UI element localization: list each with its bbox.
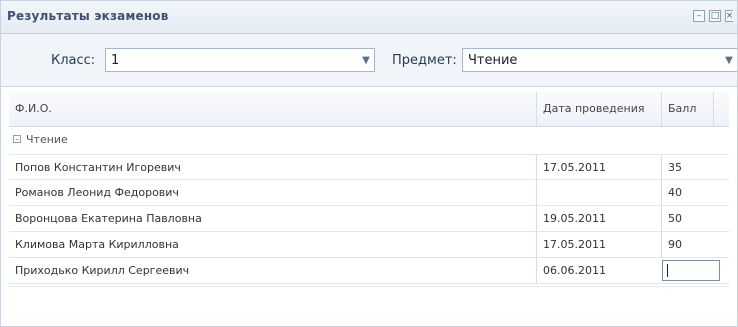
- window-titlebar: Результаты экзаменов – □ ×: [1, 1, 737, 34]
- cell-date[interactable]: [536, 180, 661, 205]
- grid-bottom-border: [9, 286, 729, 287]
- filter-toolbar: Класс: 1 ▼ Предмет: Чтение ▼: [1, 34, 737, 87]
- subject-label: Предмет:: [392, 53, 457, 68]
- class-select-value: 1: [111, 53, 120, 68]
- group-row[interactable]: – Чтение: [9, 127, 729, 153]
- cell-score[interactable]: 90: [661, 232, 713, 257]
- subject-select[interactable]: Чтение: [462, 48, 737, 72]
- score-input[interactable]: [662, 260, 720, 281]
- cell-name: Воронцова Екатерина Павловна: [15, 212, 202, 225]
- cell-date[interactable]: 06.06.2011: [536, 258, 661, 283]
- maximize-icon[interactable]: □: [709, 10, 721, 22]
- grid-header: Ф.И.О. Дата проведения Балл: [9, 92, 729, 127]
- window-title: Результаты экзаменов: [7, 9, 169, 23]
- table-row[interactable]: Попов Константин Игоревич 17.05.2011 35: [9, 154, 729, 180]
- cell-score[interactable]: 50: [661, 206, 713, 231]
- cell-score[interactable]: 40: [661, 180, 713, 205]
- subject-select-value: Чтение: [468, 53, 518, 68]
- column-header-date[interactable]: Дата проведения: [536, 92, 661, 126]
- class-select[interactable]: 1: [105, 48, 375, 72]
- cell-name: Романов Леонид Федорович: [15, 186, 179, 199]
- table-row[interactable]: Романов Леонид Федорович 40: [9, 180, 729, 206]
- exam-results-window: Результаты экзаменов – □ × Класс: 1 ▼ Пр…: [0, 0, 738, 327]
- column-header-name[interactable]: Ф.И.О.: [9, 92, 536, 126]
- cell-date[interactable]: 17.05.2011: [536, 155, 661, 180]
- text-caret: [667, 264, 668, 277]
- table-row[interactable]: Воронцова Екатерина Павловна 19.05.2011 …: [9, 206, 729, 232]
- column-header-spacer: [713, 92, 729, 126]
- cell-name: Попов Константин Игоревич: [15, 161, 181, 174]
- close-icon[interactable]: ×: [725, 10, 733, 22]
- table-row[interactable]: Климова Марта Кирилловна 17.05.2011 90: [9, 232, 729, 258]
- table-row[interactable]: Приходько Кирилл Сергеевич 06.06.2011: [9, 258, 729, 284]
- chevron-down-icon[interactable]: ▼: [720, 48, 738, 72]
- cell-date[interactable]: 19.05.2011: [536, 206, 661, 231]
- cell-name: Приходько Кирилл Сергеевич: [15, 264, 190, 277]
- cell-score[interactable]: 35: [661, 155, 713, 180]
- collapse-icon[interactable]: –: [13, 135, 21, 143]
- class-label: Класс:: [51, 53, 96, 68]
- cell-date[interactable]: 17.05.2011: [536, 232, 661, 257]
- group-label: Чтение: [26, 133, 68, 146]
- column-header-score[interactable]: Балл: [661, 92, 713, 126]
- cell-name: Климова Марта Кирилловна: [15, 238, 179, 251]
- minimize-icon[interactable]: –: [693, 10, 705, 22]
- chevron-down-icon[interactable]: ▼: [357, 48, 375, 72]
